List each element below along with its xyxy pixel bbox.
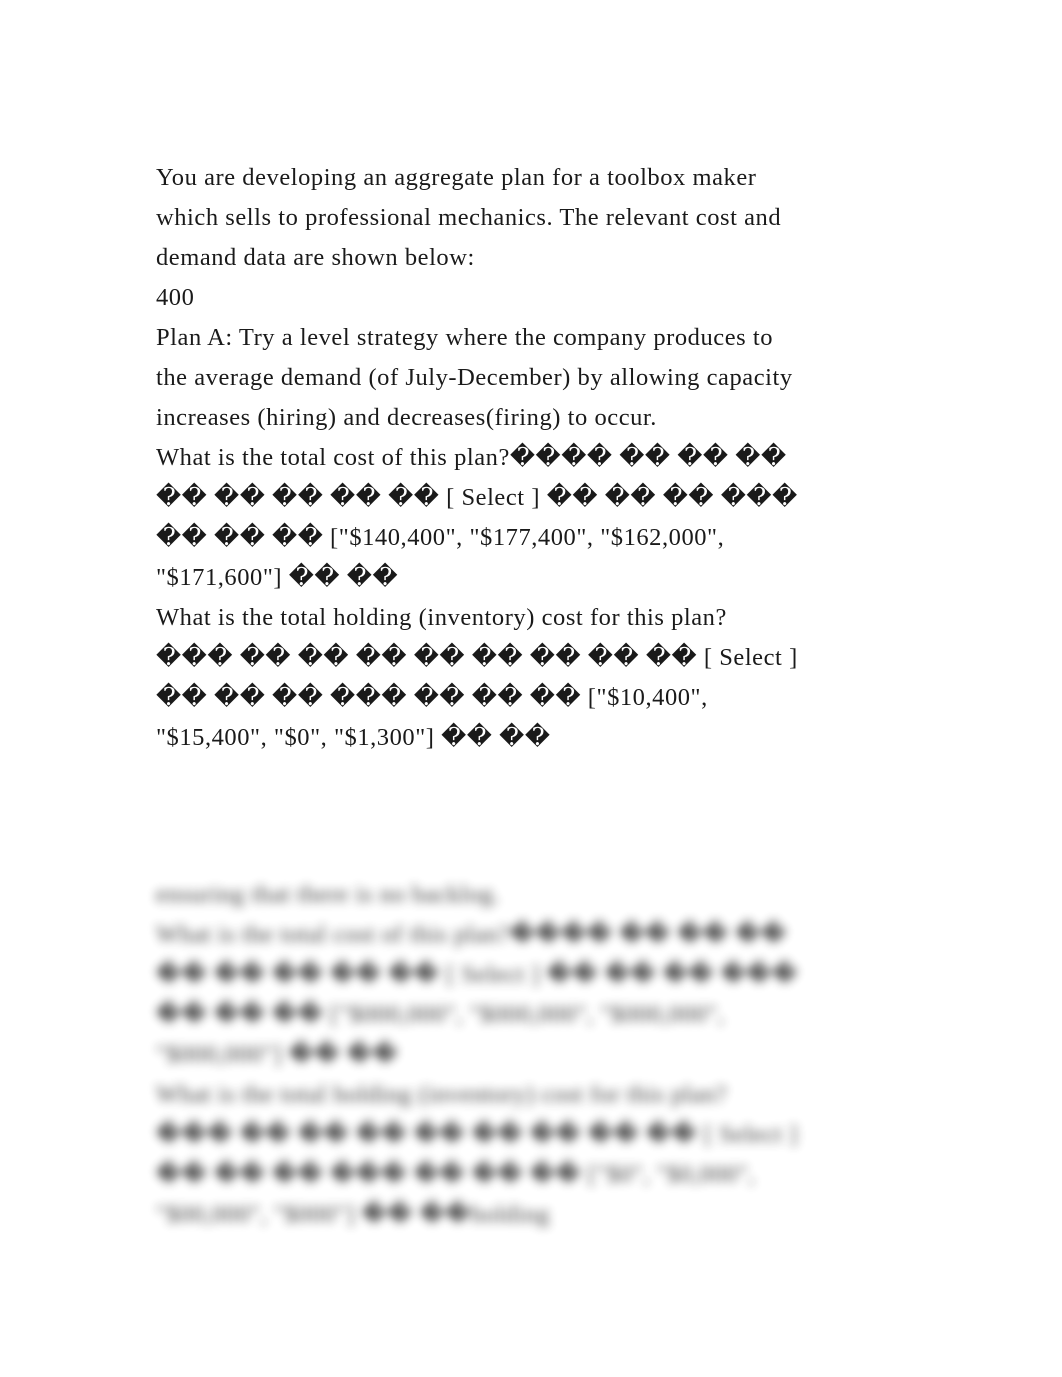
text-line: Plan A: Try a level strategy where the c… xyxy=(156,324,774,351)
text-line: ��� �� �� �� �� �� �� �� �� [ Select ] xyxy=(156,644,798,671)
text-line: "$171,600"] �� �� xyxy=(156,564,399,591)
text-line: What is the total cost of this plan?����… xyxy=(156,444,787,471)
blurred-line: "$00,000", "$000"] �� ��holding xyxy=(156,1201,550,1228)
blurred-line: �� �� �� ["$000,000", "$000,000", "$000,… xyxy=(156,1001,725,1028)
blurred-line: �� �� �� �� �� [ Select ] �� �� �� ��� xyxy=(156,961,798,988)
blurred-line: What is the total cost of this plan?����… xyxy=(156,921,787,948)
text-line: the average demand (of July-December) by… xyxy=(156,364,793,391)
blurred-line: �� �� �� ��� �� �� �� ["$0", "$0,000", xyxy=(156,1161,756,1188)
text-line: What is the total holding (inventory) co… xyxy=(156,604,727,631)
blurred-line: "$000,000"] �� �� xyxy=(156,1041,399,1068)
text-line: �� �� �� �� �� [ Select ] �� �� �� ��� xyxy=(156,484,798,511)
intro-paragraph: You are developing an aggregate plan for… xyxy=(156,158,916,318)
blurred-line: ��� �� �� �� �� �� �� �� �� [ Select ] xyxy=(156,1121,798,1148)
text-line: increases (hiring) and decreases(firing)… xyxy=(156,404,657,431)
question-holding-cost: What is the total holding (inventory) co… xyxy=(156,598,916,758)
text-line: which sells to professional mechanics. T… xyxy=(156,204,782,231)
text-line: "$15,400", "$0", "$1,300"] �� �� xyxy=(156,724,551,751)
blurred-line: ensuring that there is no backlog. xyxy=(156,881,500,908)
plan-a-paragraph: Plan A: Try a level strategy where the c… xyxy=(156,318,916,438)
question-total-cost: What is the total cost of this plan?����… xyxy=(156,438,916,598)
text-line: demand data are shown below: xyxy=(156,244,475,271)
text-line: You are developing an aggregate plan for… xyxy=(156,164,757,191)
text-line: �� �� �� ��� �� �� �� ["$10,400", xyxy=(156,684,708,711)
text-line: �� �� �� ["$140,400", "$177,400", "$162,… xyxy=(156,524,725,551)
document-body: You are developing an aggregate plan for… xyxy=(156,158,916,758)
blurred-preview-section: ensuring that there is no backlog. What … xyxy=(156,875,916,1235)
blurred-line: What is the total holding (inventory) co… xyxy=(156,1081,727,1108)
text-line: 400 xyxy=(156,284,195,311)
